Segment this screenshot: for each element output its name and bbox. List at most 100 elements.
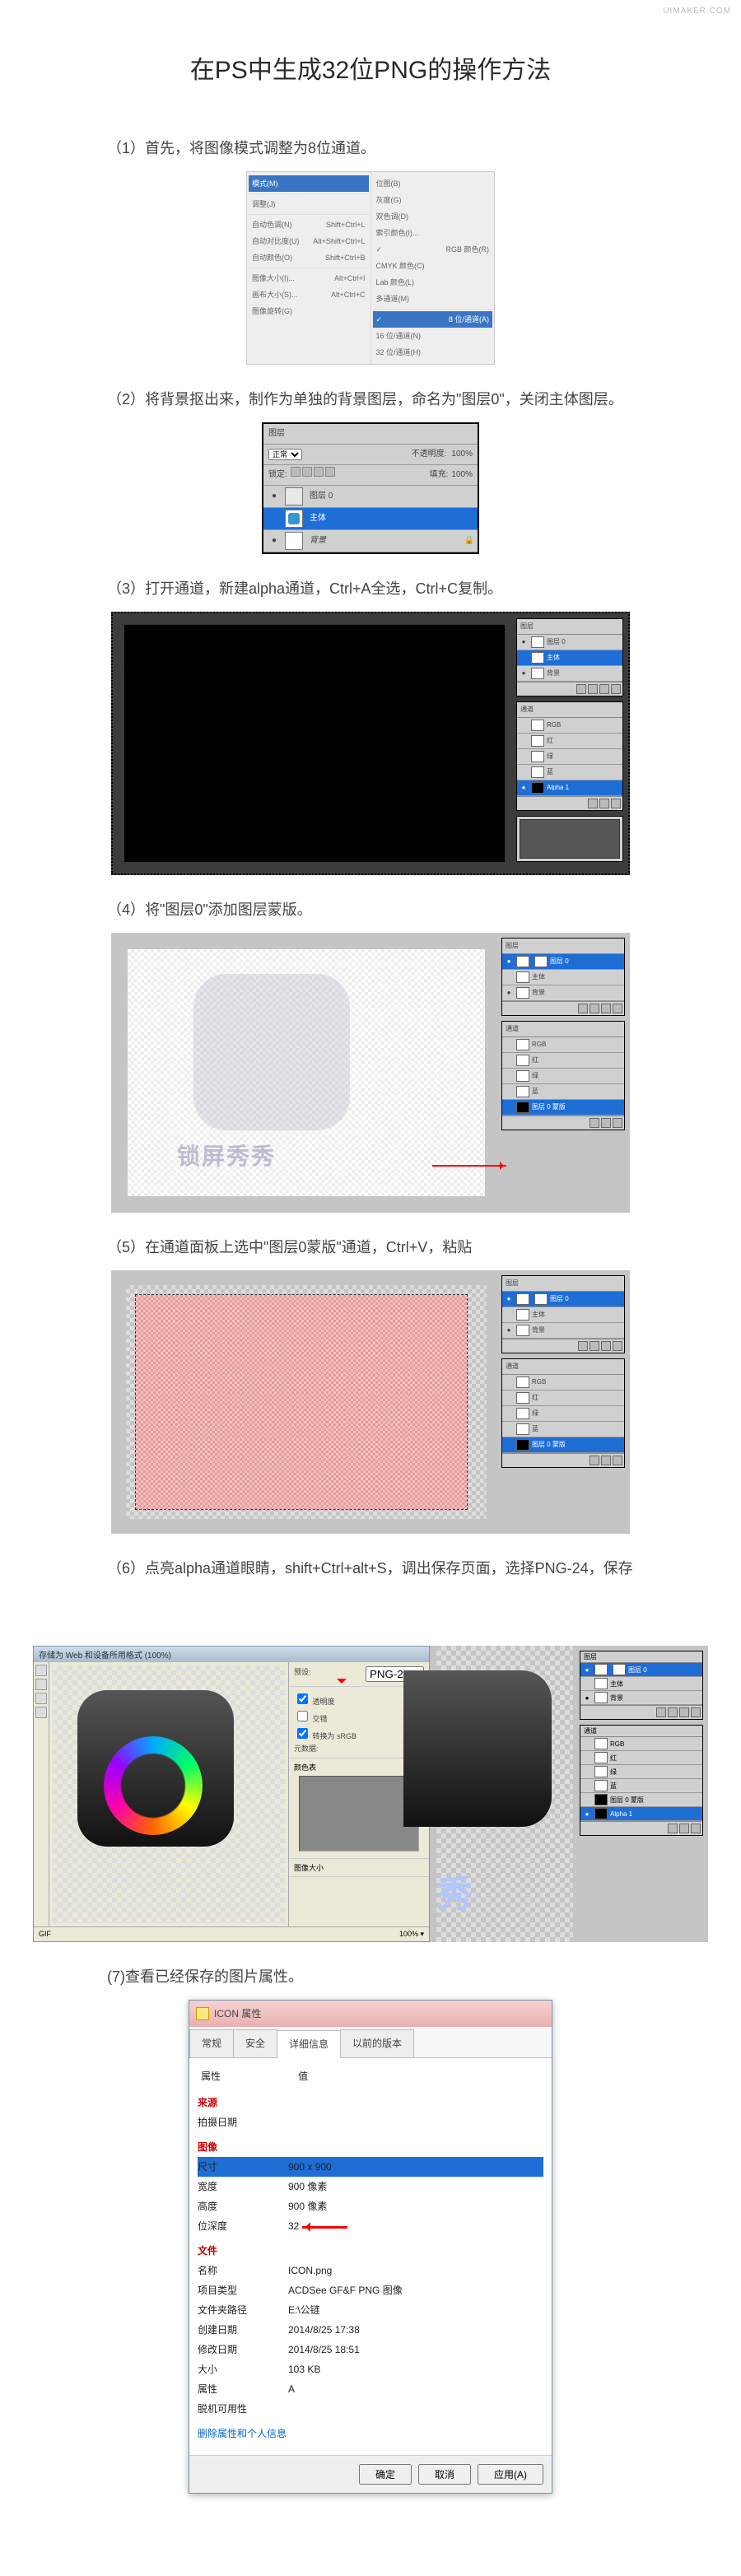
r: 绿 [532, 1407, 538, 1420]
step2-screenshot: 图层 正常 不透明度: 100% 锁定: 填充: 100% ● 图层 0 [262, 422, 479, 554]
step1-text: （1）首先，将图像模式调整为8位通道。 [107, 133, 634, 163]
k: 尺寸 [198, 2157, 288, 2177]
section-origin: 来源 [198, 2088, 543, 2113]
k: 文件夹路径 [198, 2300, 288, 2320]
r: 图层 0 [628, 1665, 647, 1675]
depth-32: 32 位/通道(H) [376, 345, 422, 360]
layer-row[interactable]: ● 图层 0 [263, 486, 478, 508]
tab-general[interactable]: 常规 [189, 2029, 234, 2057]
r: 图层 0 蒙版 [532, 1438, 566, 1451]
mode-indexed: 索引颜色(I)... [376, 226, 419, 240]
v [288, 2399, 543, 2419]
colortable-label: 颜色表 [294, 1763, 316, 1772]
document-title: 在PS中生成32位PNG的操作方法 [0, 0, 741, 119]
col-val: 值 [295, 2065, 543, 2088]
tab-details[interactable]: 详细信息 [277, 2030, 341, 2058]
step5-text: （5）在通道面板上选中"图层0蒙版"通道，Ctrl+V，粘贴 [107, 1232, 634, 1262]
r: 蓝 [532, 1085, 538, 1098]
step3-text: （3）打开通道，新建alpha通道，Ctrl+A全选，Ctrl+C复制。 [107, 574, 634, 603]
mode-duotone: 双色调(D) [376, 209, 409, 224]
red-arrow-annotation [432, 1165, 506, 1167]
red-pointer-icon [337, 1679, 347, 1689]
mode-cmyk: CMYK 颜色(C) [376, 259, 425, 273]
eye-icon[interactable]: ● [267, 533, 282, 549]
icon-body-right [403, 1670, 552, 1827]
blend-mode[interactable]: 正常 [268, 449, 302, 460]
apply-button[interactable]: 应用(A) [478, 2464, 543, 2485]
navigator-mini-panel [516, 816, 623, 862]
preset-label: 预设: [294, 1666, 311, 1682]
r: 蓝 [532, 1423, 538, 1436]
logo-text: 秀 [436, 1865, 473, 1917]
sfw-preview [53, 1665, 285, 1923]
k: 创建日期 [198, 2320, 288, 2340]
sfw-toolbar [34, 1662, 49, 1926]
channels-mini-panel: 通道 RGB 红 绿 蓝 图层 0 蒙版 [501, 1021, 625, 1130]
v: 900 像素 [288, 2196, 543, 2216]
step6-screenshot: 存储为 Web 和设备所用格式 (100%) 预设: PNG-24 透明度 [33, 1646, 708, 1942]
layer-row[interactable]: ● 背景 🔒 [263, 530, 478, 552]
sc: Alt+Ctrl+I [334, 271, 366, 286]
transparency-check[interactable]: 透明度 [294, 1691, 335, 1707]
r: 红 [547, 734, 553, 748]
lock-icons [291, 467, 337, 483]
fill-label: 填充: [430, 467, 449, 483]
meta-label: 元数据: [294, 1743, 319, 1754]
v: 2014/8/25 18:51 [288, 2340, 543, 2359]
k: 位深度 [198, 2216, 288, 2236]
interlaced-check[interactable]: 交错 [294, 1708, 328, 1724]
r: 图层 0 蒙版 [610, 1796, 644, 1805]
srgb-check[interactable]: 转换为 sRGB [294, 1726, 357, 1741]
v: 2014/8/25 17:38 [288, 2320, 543, 2340]
r: 图层 0 [547, 636, 566, 649]
opacity-label: 不透明度: [412, 446, 447, 463]
menu-rotate: 图像旋转(G) [252, 304, 292, 319]
menu-imgsize: 图像大小(I)... [252, 271, 295, 286]
k: 修改日期 [198, 2340, 288, 2359]
tab-security[interactable]: 安全 [233, 2029, 277, 2057]
step2-text: （2）将背景抠出来，制作为单独的背景图层，命名为"图层0"，关闭主体图层。 [107, 384, 634, 414]
l: 交错 [313, 1715, 328, 1723]
r: 主体 [547, 651, 560, 664]
sc: Alt+Shift+Ctrl+L [313, 234, 365, 249]
canvas-behind: 秀 [436, 1646, 573, 1942]
depth-val: 32 [288, 2220, 299, 2232]
layers-mini-panel: 图层 ●图层 0 主体 ●背景 [501, 938, 625, 1016]
ok-button[interactable]: 确定 [359, 2464, 412, 2485]
page-watermark: UIMAKER.COM [663, 7, 731, 16]
step7-text: (7)查看已经保存的图片属性。 [107, 1962, 634, 1991]
r: 背景 [532, 986, 545, 999]
menu-canvassize: 画布大小(S)... [252, 287, 298, 302]
v: 900 x 900 [288, 2157, 543, 2177]
r: 绿 [547, 750, 553, 763]
dialog-titlebar: ICON 属性 [189, 2001, 552, 2027]
canvas-pink [126, 1285, 487, 1519]
lock-icon: 🔒 [464, 533, 474, 549]
sc: Shift+Ctrl+L [326, 217, 366, 232]
r: 主体 [532, 1308, 545, 1321]
zoom-info: 100% ▾ [399, 1930, 424, 1939]
menu-autotone: 自动色调(N) [252, 217, 292, 232]
k: 宽度 [198, 2177, 288, 2196]
mode-rgb: RGB 颜色(R) [446, 242, 490, 257]
r: RGB [532, 1038, 546, 1051]
eye-icon[interactable]: ● [267, 488, 282, 505]
file-icon [196, 2007, 209, 2020]
mode-bitmap: 位图(B) [376, 176, 401, 191]
remove-props-link[interactable]: 删除属性和个人信息 [198, 2419, 543, 2448]
save-for-web-dialog: 存储为 Web 和设备所用格式 (100%) 预设: PNG-24 透明度 [33, 1646, 430, 1942]
r: 红 [532, 1054, 538, 1067]
layers-mini-panel: 图层 ●图层 0 主体 ●背景 [516, 618, 623, 696]
mode-gray: 灰度(G) [376, 193, 402, 207]
tab-previous[interactable]: 以前的版本 [340, 2029, 414, 2057]
k: 高度 [198, 2196, 288, 2216]
v [288, 2113, 543, 2132]
r: 背景 [547, 667, 560, 680]
fill-value: 100% [451, 467, 473, 483]
step1-screenshot: 模式(M) 调整(J) 自动色调(N)Shift+Ctrl+L 自动对比度(U)… [246, 171, 495, 365]
section-file: 文件 [198, 2236, 543, 2261]
cancel-button[interactable]: 取消 [418, 2464, 471, 2485]
layer-row[interactable]: 主体 [263, 508, 478, 530]
l: 透明度 [313, 1698, 335, 1706]
step4-text: （4）将"图层0"添加图层蒙版。 [107, 895, 634, 925]
